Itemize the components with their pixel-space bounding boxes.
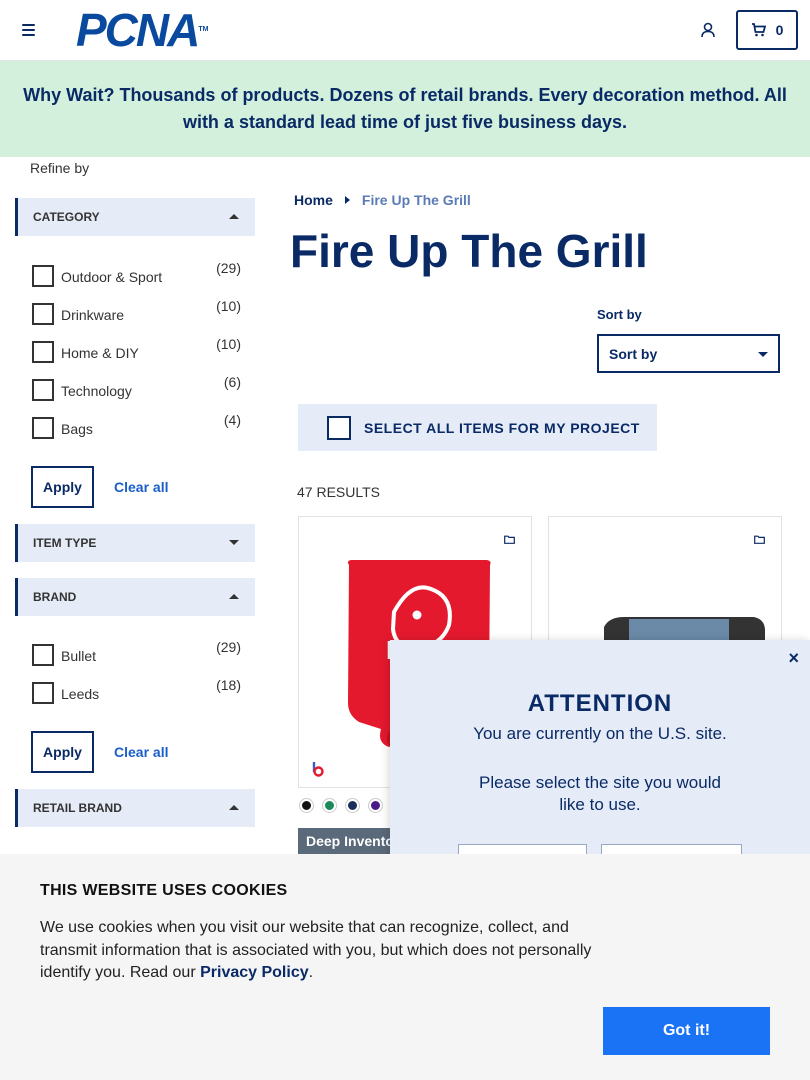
cookie-banner: THIS WEBSITE USES COOKIES We use cookies… <box>0 854 810 1080</box>
facet-option-count: (29) <box>216 260 241 276</box>
color-swatches <box>300 799 382 812</box>
facet-option-label: Technology <box>61 383 132 399</box>
checkbox[interactable] <box>32 682 54 704</box>
facet-title: CATEGORY <box>33 210 100 224</box>
facet-option[interactable]: Bullet (29) <box>32 639 242 667</box>
select-all-label: SELECT ALL ITEMS FOR MY PROJECT <box>364 419 640 436</box>
facet-option-count: (4) <box>223 412 241 428</box>
pcna-logo[interactable]: PCNATM <box>76 7 208 53</box>
sort-select[interactable]: Sort by <box>597 334 780 373</box>
facet-title: BRAND <box>33 590 77 604</box>
checkbox[interactable] <box>32 265 54 287</box>
facet-option-label: Leeds <box>61 686 100 702</box>
facet-option[interactable]: Leeds (18) <box>32 677 242 705</box>
facet-option-count: (10) <box>216 336 241 352</box>
cookie-body: We use cookies when you visit our websit… <box>40 919 592 981</box>
caret-up-icon <box>229 594 239 599</box>
facet-item-type-header[interactable]: ITEM TYPE <box>15 524 255 562</box>
caret-up-icon <box>229 805 239 810</box>
chevron-right-icon <box>344 196 350 204</box>
facet-option-label: Outdoor & Sport <box>61 269 163 285</box>
facet-option-count: (18) <box>216 677 241 693</box>
cart-button[interactable]: 0 <box>736 10 798 50</box>
apply-button[interactable]: Apply <box>31 731 94 773</box>
facet-option-count: (6) <box>223 374 241 390</box>
cookie-period: . <box>308 964 314 981</box>
facet-option[interactable]: Drinkware (10) <box>32 298 242 326</box>
color-swatch-green[interactable] <box>323 799 336 812</box>
clear-all-link[interactable]: Clear all <box>114 479 168 495</box>
facet-option-count: (29) <box>216 639 241 655</box>
facet-title: ITEM TYPE <box>33 536 97 550</box>
accept-cookies-button[interactable]: Got it! <box>603 1007 770 1055</box>
checkbox[interactable] <box>32 644 54 666</box>
color-swatch-black[interactable] <box>300 799 313 812</box>
facet-option-label: Drinkware <box>61 307 125 323</box>
modal-title: ATTENTION <box>527 690 673 717</box>
facet-option[interactable]: Outdoor & Sport (29) <box>32 260 242 288</box>
results-count: 47 RESULTS <box>297 484 380 500</box>
breadcrumb: Home Fire Up The Grill <box>294 192 471 208</box>
modal-text: You are currently on the U.S. site. <box>473 724 727 743</box>
privacy-policy-link[interactable]: Privacy Policy <box>200 964 309 981</box>
facet-option-label: Bullet <box>61 648 97 664</box>
clear-all-link[interactable]: Clear all <box>114 744 168 760</box>
facet-brand-header[interactable]: BRAND <box>15 578 255 616</box>
user-account-icon[interactable] <box>700 22 716 38</box>
sort-label: Sort by <box>597 307 642 322</box>
color-swatch-purple[interactable] <box>369 799 382 812</box>
facet-option-count: (10) <box>216 298 241 314</box>
cookie-text: We use cookies when you visit our websit… <box>40 917 605 985</box>
checkbox[interactable] <box>32 417 54 439</box>
facet-option-label: Bags <box>61 421 93 437</box>
facet-retail-brand-header[interactable]: RETAIL BRAND <box>15 789 255 827</box>
breadcrumb-current: Fire Up The Grill <box>361 192 471 208</box>
refine-by-label: Refine by <box>30 160 90 176</box>
promo-banner: Why Wait? Thousands of products. Dozens … <box>0 61 810 157</box>
page-title: Fire Up The Grill <box>290 225 648 277</box>
deep-inventory-badge: Deep Invento <box>298 828 402 854</box>
close-icon[interactable]: × <box>788 648 799 669</box>
promo-banner-text: Why Wait? Thousands of products. Dozens … <box>23 85 787 132</box>
facet-option-label: Home & DIY <box>61 345 139 361</box>
facet-title: RETAIL BRAND <box>33 801 122 815</box>
facet-option[interactable]: Technology (6) <box>32 374 242 402</box>
cookie-title: THIS WEBSITE USES COOKIES <box>40 882 288 899</box>
checkbox[interactable] <box>32 303 54 325</box>
caret-down-icon <box>229 540 239 545</box>
site-header: PCNATM 0 <box>0 0 810 61</box>
brand-badge-icon <box>312 762 324 777</box>
facet-option[interactable]: Bags (4) <box>32 412 242 440</box>
checkbox[interactable] <box>327 415 351 440</box>
select-all-button[interactable]: SELECT ALL ITEMS FOR MY PROJECT <box>298 404 657 451</box>
caret-up-icon <box>229 214 239 219</box>
sort-select-value: Sort by <box>609 345 658 362</box>
modal-text: like to use. <box>559 795 641 814</box>
checkbox[interactable] <box>32 341 54 363</box>
breadcrumb-home-link[interactable]: Home <box>294 192 333 208</box>
apply-button[interactable]: Apply <box>31 466 94 508</box>
chevron-down-icon <box>758 352 768 357</box>
color-swatch-navy[interactable] <box>346 799 359 812</box>
modal-text: Please select the site you would <box>479 773 721 792</box>
cart-icon <box>751 23 766 37</box>
checkbox[interactable] <box>32 379 54 401</box>
cart-count: 0 <box>775 22 784 38</box>
menu-icon[interactable] <box>22 24 35 36</box>
facet-option[interactable]: Home & DIY (10) <box>32 336 242 364</box>
facet-category-header[interactable]: CATEGORY <box>15 198 255 236</box>
